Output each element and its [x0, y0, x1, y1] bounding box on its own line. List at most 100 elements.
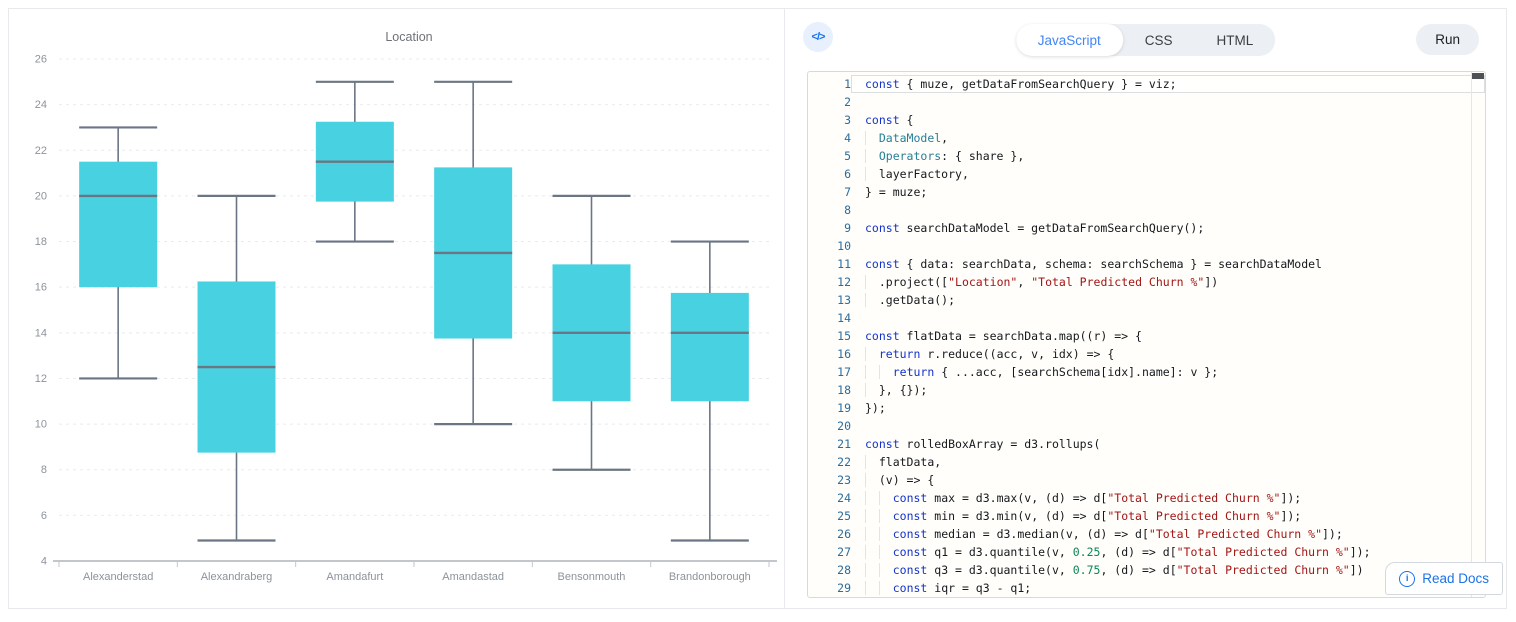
code-line[interactable]: 21const rolledBoxArray = d3.rollups( [808, 435, 1485, 453]
code-line[interactable]: 15const flatData = searchData.map((r) =>… [808, 327, 1485, 345]
code-line[interactable]: 26 const median = d3.median(v, (d) => d[… [808, 525, 1485, 543]
code-icon-glyph: </> [812, 31, 825, 43]
read-docs-label: Read Docs [1422, 571, 1489, 586]
code-line[interactable]: 28 const q3 = d3.quantile(v, 0.75, (d) =… [808, 561, 1485, 579]
code-line-text [851, 201, 1485, 219]
code-line-text: const { [851, 111, 1485, 129]
code-line[interactable]: 22 flatData, [808, 453, 1485, 471]
code-line[interactable]: 4 DataModel, [808, 129, 1485, 147]
y-tick-label: 10 [35, 419, 47, 431]
y-tick-label: 14 [35, 327, 47, 339]
code-line[interactable]: 10 [808, 237, 1485, 255]
code-line-text: }, {}); [851, 381, 1485, 399]
line-number: 23 [808, 471, 851, 489]
code-line-text: const flatData = searchData.map((r) => { [851, 327, 1485, 345]
code-line[interactable]: 27 const q1 = d3.quantile(v, 0.25, (d) =… [808, 543, 1485, 561]
code-line[interactable]: 14 [808, 309, 1485, 327]
y-tick-label: 6 [41, 510, 47, 522]
box-plot-item[interactable] [198, 196, 276, 541]
box-plot-item[interactable] [553, 196, 631, 470]
code-editor[interactable]: 1const { muze, getDataFromSearchQuery } … [807, 71, 1486, 598]
line-number: 3 [808, 111, 851, 129]
code-line-text: return r.reduce((acc, v, idx) => { [851, 345, 1485, 363]
line-number: 26 [808, 525, 851, 543]
x-tick-label: Bensonmouth [558, 571, 626, 583]
code-line[interactable]: 6 layerFactory, [808, 165, 1485, 183]
code-line[interactable]: 25 const min = d3.min(v, (d) => d["Total… [808, 507, 1485, 525]
tab-javascript[interactable]: JavaScript [1016, 24, 1123, 56]
code-line-text [851, 417, 1485, 435]
code-line-text: const q1 = d3.quantile(v, 0.25, (d) => d… [851, 543, 1485, 561]
line-number: 8 [808, 201, 851, 219]
info-icon: i [1399, 571, 1415, 587]
code-line[interactable]: 7} = muze; [808, 183, 1485, 201]
box-plot-item[interactable] [79, 127, 157, 378]
code-line[interactable]: 24 const max = d3.max(v, (d) => d["Total… [808, 489, 1485, 507]
app-frame: Location468101214161820222426Alexanderst… [8, 8, 1507, 609]
code-line[interactable]: 16 return r.reduce((acc, v, idx) => { [808, 345, 1485, 363]
run-button[interactable]: Run [1416, 24, 1479, 55]
box-plot-item[interactable] [434, 82, 512, 424]
code-line[interactable]: 18 }, {}); [808, 381, 1485, 399]
code-line-text: const max = d3.max(v, (d) => d["Total Pr… [851, 489, 1485, 507]
code-line-text: (v) => { [851, 471, 1485, 489]
line-number: 20 [808, 417, 851, 435]
code-line-text: const { data: searchData, schema: search… [851, 255, 1485, 273]
y-tick-label: 12 [35, 373, 47, 385]
code-line[interactable]: 3const { [808, 111, 1485, 129]
code-line-text [851, 309, 1485, 327]
code-line-text: .getData(); [851, 291, 1485, 309]
line-number: 21 [808, 435, 851, 453]
code-line[interactable]: 12 .project(["Location", "Total Predicte… [808, 273, 1485, 291]
tab-html[interactable]: HTML [1195, 24, 1276, 56]
code-line[interactable]: 23 (v) => { [808, 471, 1485, 489]
line-number: 19 [808, 399, 851, 417]
line-number: 16 [808, 345, 851, 363]
code-line-text [851, 93, 1485, 111]
line-number: 11 [808, 255, 851, 273]
code-line-text: Operators: { share }, [851, 147, 1485, 165]
code-line[interactable]: 11const { data: searchData, schema: sear… [808, 255, 1485, 273]
editor-scrollbar-track[interactable] [1471, 72, 1472, 597]
code-line[interactable]: 17 return { ...acc, [searchSchema[idx].n… [808, 363, 1485, 381]
line-number: 29 [808, 579, 851, 597]
line-number: 28 [808, 561, 851, 579]
code-line[interactable]: 29 const iqr = q3 - q1; [808, 579, 1485, 597]
read-docs-button[interactable]: i Read Docs [1385, 562, 1503, 595]
line-number: 27 [808, 543, 851, 561]
line-number: 25 [808, 507, 851, 525]
code-line-text: }); [851, 399, 1485, 417]
tab-css[interactable]: CSS [1123, 24, 1195, 56]
line-number: 1 [808, 75, 851, 93]
code-line[interactable]: 1const { muze, getDataFromSearchQuery } … [808, 75, 1485, 93]
code-line-text: .project(["Location", "Total Predicted C… [851, 273, 1485, 291]
code-lines: 1const { muze, getDataFromSearchQuery } … [808, 75, 1485, 597]
code-line[interactable]: 13 .getData(); [808, 291, 1485, 309]
code-line-text: layerFactory, [851, 165, 1485, 183]
editor-scrollbar-thumb[interactable] [1472, 73, 1484, 79]
line-number: 5 [808, 147, 851, 165]
code-line[interactable]: 19}); [808, 399, 1485, 417]
chart-panel: Location468101214161820222426Alexanderst… [9, 9, 785, 608]
code-line[interactable]: 5 Operators: { share }, [808, 147, 1485, 165]
code-line-text: const rolledBoxArray = d3.rollups( [851, 435, 1485, 453]
code-line-text: DataModel, [851, 129, 1485, 147]
x-tick-label: Alexandraberg [201, 571, 273, 583]
language-tab-group: JavaScriptCSSHTML [1016, 24, 1276, 56]
code-line[interactable]: 8 [808, 201, 1485, 219]
x-tick-label: Alexanderstad [83, 571, 153, 583]
code-line[interactable]: 9const searchDataModel = getDataFromSear… [808, 219, 1485, 237]
box-plot-item[interactable] [316, 82, 394, 242]
line-number: 18 [808, 381, 851, 399]
box-plot-item[interactable] [671, 242, 749, 541]
code-line-text [851, 237, 1485, 255]
chart-title: Location [385, 30, 432, 44]
line-number: 22 [808, 453, 851, 471]
y-tick-label: 20 [35, 190, 47, 202]
line-number: 7 [808, 183, 851, 201]
y-tick-label: 16 [35, 282, 47, 294]
code-line[interactable]: 2 [808, 93, 1485, 111]
y-tick-label: 22 [35, 145, 47, 157]
code-line-text: } = muze; [851, 183, 1485, 201]
code-line[interactable]: 20 [808, 417, 1485, 435]
